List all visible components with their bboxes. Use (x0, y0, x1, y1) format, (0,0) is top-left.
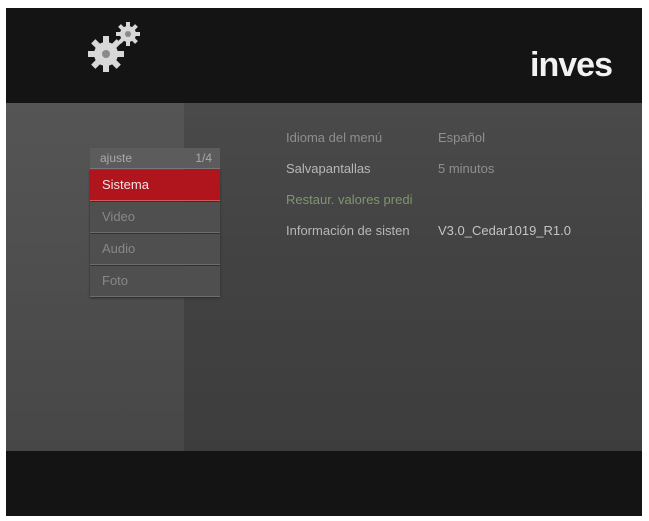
menu-header: ajuste 1/4 (90, 148, 220, 169)
top-bar: inves (6, 8, 642, 103)
setting-key: Salvapantallas (286, 161, 371, 176)
menu-item-label: Audio (102, 241, 136, 256)
setting-row-restore-defaults[interactable]: Restaur. valores predi (286, 192, 626, 216)
brand-logo: inves (530, 46, 613, 84)
setting-key: Información de sisten (286, 223, 410, 238)
menu-header-label: ajuste (100, 151, 133, 165)
menu-item-label: Sistema (102, 177, 149, 192)
settings-list: Idioma del menú Español Salvapantallas 5… (286, 130, 626, 254)
bottom-bar (6, 451, 642, 516)
setting-row-menu-language[interactable]: Idioma del menú Español (286, 130, 626, 154)
setting-value: Español (438, 130, 485, 145)
setting-key: Restaur. valores predi (286, 192, 413, 207)
menu-item-sistema[interactable]: Sistema (90, 170, 220, 201)
menu-item-audio[interactable]: Audio (90, 234, 220, 265)
settings-gears-icon (88, 22, 140, 72)
setting-value: 5 minutos (438, 161, 495, 176)
menu-item-foto[interactable]: Foto (90, 266, 220, 297)
setting-row-system-info[interactable]: Información de sisten V3.0_Cedar1019_R1.… (286, 223, 626, 247)
setting-value: V3.0_Cedar1019_R1.0 (438, 223, 571, 238)
tv-screen: inves ajuste 1/4 Sistema Video Audio Fot… (6, 8, 642, 516)
category-menu: ajuste 1/4 Sistema Video Audio Foto (90, 148, 220, 297)
setting-key: Idioma del menú (286, 130, 383, 145)
page-indicator: 1/4 (195, 151, 212, 165)
setting-row-screensaver[interactable]: Salvapantallas 5 minutos (286, 161, 626, 185)
menu-item-video[interactable]: Video (90, 202, 220, 233)
menu-item-label: Foto (102, 273, 129, 288)
menu-item-label: Video (102, 209, 136, 224)
